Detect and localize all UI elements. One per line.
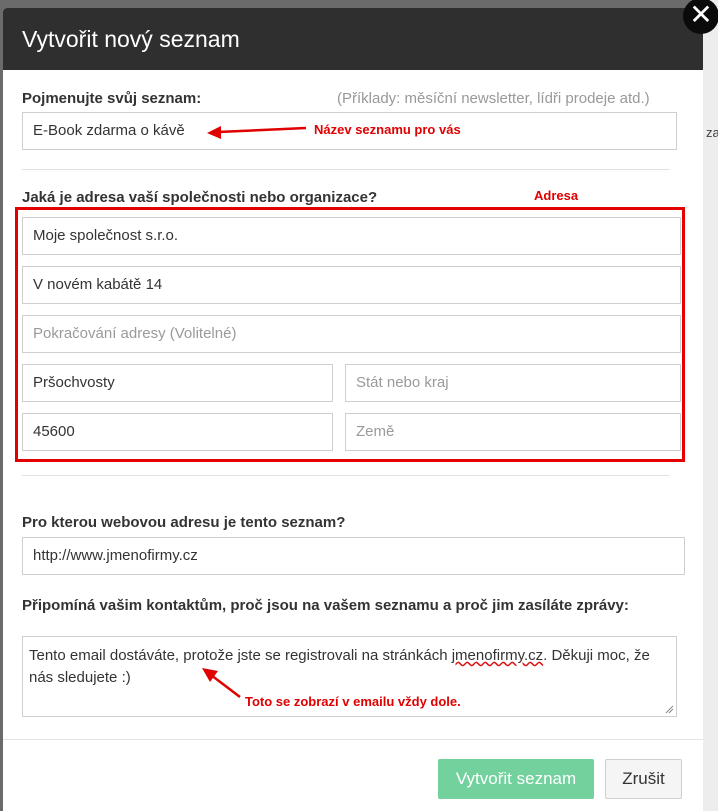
annotation-arrows (202, 126, 307, 698)
close-icon[interactable]: ✕ (683, 0, 718, 34)
arrow-icon (202, 668, 241, 698)
arrow-icon (207, 126, 307, 139)
